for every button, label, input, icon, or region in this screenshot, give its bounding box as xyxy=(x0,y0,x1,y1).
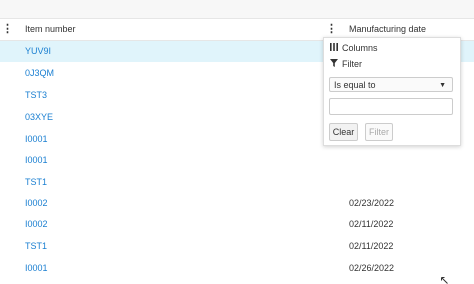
item-number-cell[interactable]: TST1 xyxy=(25,236,47,257)
grid-toolbar xyxy=(0,0,474,19)
date-cell: 02/23/2022 xyxy=(349,198,395,208)
item-number-cell[interactable]: YUV9I xyxy=(25,41,51,62)
operator-select[interactable]: Is equal to ▼ xyxy=(329,77,453,92)
clear-button[interactable]: Clear xyxy=(329,123,358,141)
filter-value-input[interactable] xyxy=(329,98,453,115)
item-number-cell[interactable]: I0001 xyxy=(25,258,48,279)
table-row[interactable]: I0002 02/23/2022 xyxy=(0,193,474,214)
column-menu-icon[interactable]: ⋮ xyxy=(2,19,13,40)
item-number-cell[interactable]: I0001 xyxy=(25,150,48,171)
table-row[interactable]: TST1 xyxy=(0,172,474,193)
operator-value: Is equal to xyxy=(334,80,376,90)
chevron-down-icon: ▼ xyxy=(439,82,446,89)
item-number-cell[interactable]: I0001 xyxy=(25,129,48,150)
item-number-cell[interactable]: TST3 xyxy=(25,85,47,106)
columns-menu-item[interactable]: Columns xyxy=(329,41,378,55)
table-row[interactable]: I0001 02/26/2022 xyxy=(0,258,474,279)
date-cell: 02/26/2022 xyxy=(349,263,395,273)
columns-label: Columns xyxy=(342,43,378,53)
table-row[interactable]: TST1 02/11/2022 xyxy=(0,236,474,257)
item-number-cell[interactable]: 0J3QM xyxy=(25,63,54,84)
item-number-cell[interactable]: 03XYE xyxy=(25,107,53,128)
date-cell: 02/11/2022 xyxy=(349,219,394,229)
item-number-cell[interactable]: I0002 xyxy=(25,193,48,214)
resize-cursor-icon xyxy=(441,277,448,284)
header-item-number[interactable]: Item number xyxy=(25,19,76,40)
columns-icon xyxy=(329,41,339,55)
column-menu-popup: Columns Filter Is equal to ▼ Clear Filte… xyxy=(323,37,461,146)
date-cell: 02/11/2022 xyxy=(349,241,394,251)
filter-menu-item[interactable]: Filter xyxy=(329,57,362,71)
table-row[interactable]: I0002 02/11/2022 xyxy=(0,214,474,235)
filter-button[interactable]: Filter xyxy=(365,123,393,141)
filter-icon xyxy=(329,57,339,71)
item-number-cell[interactable]: TST1 xyxy=(25,172,47,193)
table-row[interactable]: I0001 xyxy=(0,150,474,171)
filter-label: Filter xyxy=(342,59,362,69)
item-number-cell[interactable]: I0002 xyxy=(25,214,48,235)
